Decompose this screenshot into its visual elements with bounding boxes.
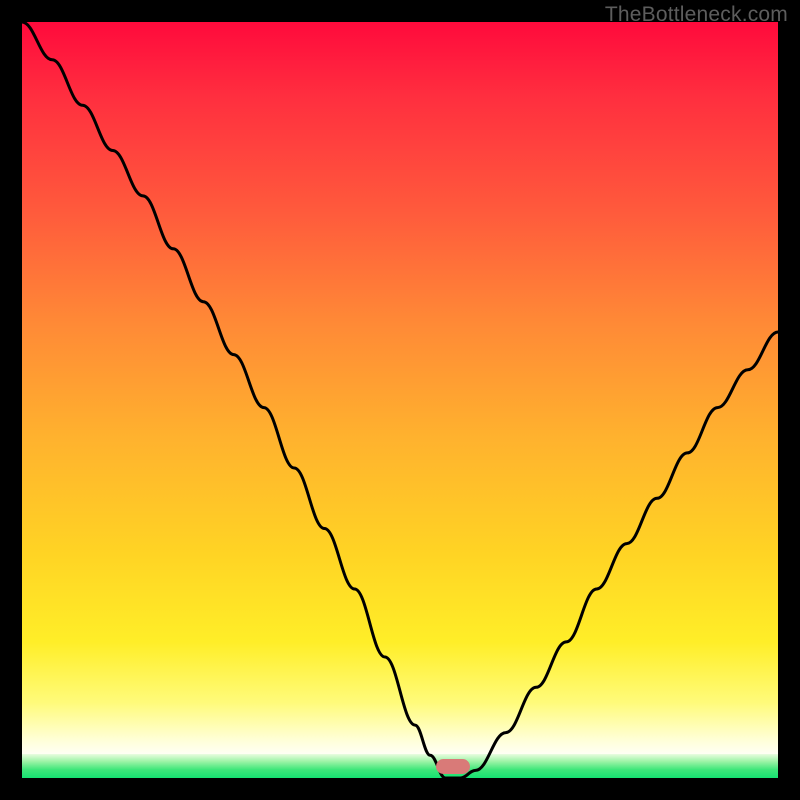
chart-stage: TheBottleneck.com — [0, 0, 800, 800]
bottleneck-curve — [22, 22, 778, 778]
plot-area — [22, 22, 778, 778]
curve-layer — [22, 22, 778, 778]
optimal-marker — [436, 759, 470, 774]
watermark-text: TheBottleneck.com — [605, 3, 788, 27]
